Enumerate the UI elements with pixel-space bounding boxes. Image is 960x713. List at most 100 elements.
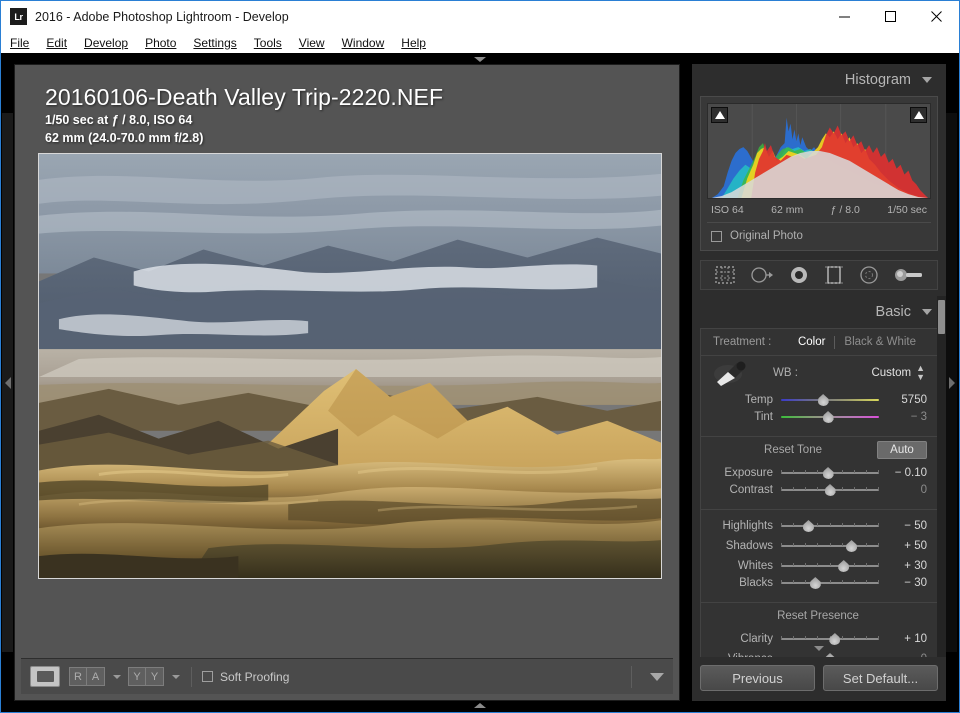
slider-track-exposure[interactable] <box>781 466 879 480</box>
menu-window[interactable]: Window <box>342 34 394 52</box>
slider-knob-contrast[interactable] <box>824 484 836 496</box>
slider-track-whites[interactable] <box>781 559 879 573</box>
tone-header: Reset Tone Auto <box>701 437 937 463</box>
slider-label-exposure: Exposure <box>724 467 773 479</box>
histogram-graph[interactable] <box>707 103 931 199</box>
white-balance-selected: Custom <box>871 367 912 379</box>
panel-scrollbar-thumb[interactable] <box>938 300 945 334</box>
reset-presence-label[interactable]: Reset Presence <box>777 610 859 622</box>
slider-knob-temp[interactable] <box>817 394 829 406</box>
soft-proofing-label[interactable]: Soft Proofing <box>220 670 289 684</box>
presence-header: Reset Presence <box>701 603 937 629</box>
slider-value-tint[interactable]: − 3 <box>883 411 927 423</box>
slider-row-highlights: Highlights − 50 <box>701 516 937 536</box>
slider-track-tint[interactable] <box>781 410 879 424</box>
slider-knob-clarity[interactable] <box>829 633 841 645</box>
chevron-right-icon <box>948 376 955 389</box>
chevron-down-icon[interactable] <box>922 77 932 83</box>
slider-value-temp[interactable]: 5750 <box>883 394 927 406</box>
menu-develop[interactable]: Develop <box>84 34 137 52</box>
rating-before-icon[interactable]: Y <box>128 667 146 686</box>
basic-panel-header[interactable]: Basic <box>692 296 946 328</box>
slider-value-clarity[interactable]: + 10 <box>883 633 927 645</box>
toolbar-divider-right <box>631 665 632 688</box>
adjustment-brush-icon[interactable] <box>894 265 924 285</box>
slider-track-vibrance[interactable] <box>781 652 879 657</box>
slider-track-temp[interactable] <box>781 393 879 407</box>
set-default-button[interactable]: Set Default... <box>823 665 938 691</box>
soft-proofing-checkbox[interactable] <box>202 671 213 682</box>
left-panel-toggle[interactable] <box>2 113 13 652</box>
loupe-view-icon[interactable] <box>30 666 60 687</box>
flag-dropdown-icon[interactable] <box>113 674 121 679</box>
photo-preview[interactable] <box>38 153 662 579</box>
slider-label-contrast: Contrast <box>729 484 773 496</box>
radial-filter-icon[interactable] <box>858 265 880 285</box>
menu-help[interactable]: Help <box>401 34 435 52</box>
slider-value-contrast[interactable]: 0 <box>883 484 927 496</box>
white-balance-value[interactable]: Custom ▲ ▼ <box>871 364 925 382</box>
menu-photo[interactable]: Photo <box>145 34 185 52</box>
chevron-down-icon[interactable] <box>922 309 932 315</box>
treatment-option-color[interactable]: Color <box>789 336 834 348</box>
panel-collapse-caret[interactable] <box>692 646 946 651</box>
slider-track-clarity[interactable] <box>781 632 879 646</box>
menu-edit[interactable]: Edit <box>46 34 76 52</box>
rating-dropdown-icon[interactable] <box>172 674 180 679</box>
previous-button[interactable]: Previous <box>700 665 815 691</box>
menu-view[interactable]: View <box>299 34 334 52</box>
auto-tone-button[interactable]: Auto <box>877 441 927 459</box>
menu-file[interactable]: File <box>10 34 38 52</box>
treatment-option-black-and-white[interactable]: Black & White <box>835 336 925 348</box>
slider-track-blacks[interactable] <box>781 576 879 590</box>
slider-value-blacks[interactable]: − 30 <box>883 577 927 589</box>
original-photo-checkbox[interactable] <box>711 230 722 242</box>
flag-reject-icon[interactable]: R <box>69 667 87 686</box>
slider-value-vibrance[interactable]: 0 <box>883 653 927 657</box>
filmstrip-toggle[interactable] <box>1 700 959 710</box>
reset-tone-label[interactable]: Reset Tone <box>764 444 822 456</box>
slider-value-shadows[interactable]: + 50 <box>883 540 927 552</box>
flag-accept-icon[interactable]: A <box>87 667 105 686</box>
slider-knob-blacks[interactable] <box>809 577 821 589</box>
slider-value-exposure[interactable]: − 0.10 <box>883 467 927 479</box>
white-balance-selector-icon[interactable] <box>711 358 755 388</box>
flag-filter-group[interactable]: R A <box>69 667 105 686</box>
slider-knob-highlights[interactable] <box>802 520 814 532</box>
chevron-down-icon[interactable] <box>650 672 664 681</box>
menu-settings[interactable]: Settings <box>193 34 245 52</box>
panel-scrollbar[interactable] <box>937 296 946 657</box>
graduated-filter-icon[interactable] <box>824 265 844 285</box>
original-photo-row[interactable]: Original Photo <box>707 223 931 250</box>
crop-overlay-icon[interactable] <box>714 265 736 285</box>
slider-knob-shadows[interactable] <box>846 540 858 552</box>
menu-tools[interactable]: Tools <box>254 34 291 52</box>
close-button[interactable] <box>913 1 959 32</box>
chevron-right-icon <box>4 376 11 389</box>
slider-value-whites[interactable]: + 30 <box>883 560 927 572</box>
maximize-button[interactable] <box>867 1 913 32</box>
right-panel: Histogram ISO 64 62 mm ƒ / 8.0 1/50 sec … <box>692 64 946 701</box>
slider-knob-whites[interactable] <box>838 560 850 572</box>
photo-stage[interactable]: 20160106-Death Valley Trip-2220.NEF 1/50… <box>15 65 679 658</box>
slider-knob-tint[interactable] <box>822 411 834 423</box>
red-eye-correction-icon[interactable] <box>788 265 810 285</box>
slider-track-contrast[interactable] <box>781 483 879 497</box>
window-controls <box>821 1 959 32</box>
slider-value-highlights[interactable]: − 50 <box>883 520 927 532</box>
rating-after-icon[interactable]: Y <box>146 667 164 686</box>
slider-knob-exposure[interactable] <box>822 467 834 479</box>
slider-knob-vibrance[interactable] <box>824 653 836 657</box>
slider-track-highlights[interactable] <box>781 519 879 533</box>
treatment-row: Treatment : Color Black & White <box>701 329 937 355</box>
spot-removal-icon[interactable] <box>750 265 774 285</box>
minimize-button[interactable] <box>821 1 867 32</box>
rating-filter-group[interactable]: Y Y <box>128 667 164 686</box>
shadow-clipping-indicator[interactable] <box>711 107 728 123</box>
top-panel-toggle[interactable] <box>1 54 959 64</box>
right-panel-toggle[interactable] <box>946 113 957 652</box>
original-photo-label[interactable]: Original Photo <box>730 230 803 242</box>
slider-track-shadows[interactable] <box>781 539 879 553</box>
highlight-clipping-indicator[interactable] <box>910 107 927 123</box>
histogram-panel-header[interactable]: Histogram <box>692 64 946 96</box>
